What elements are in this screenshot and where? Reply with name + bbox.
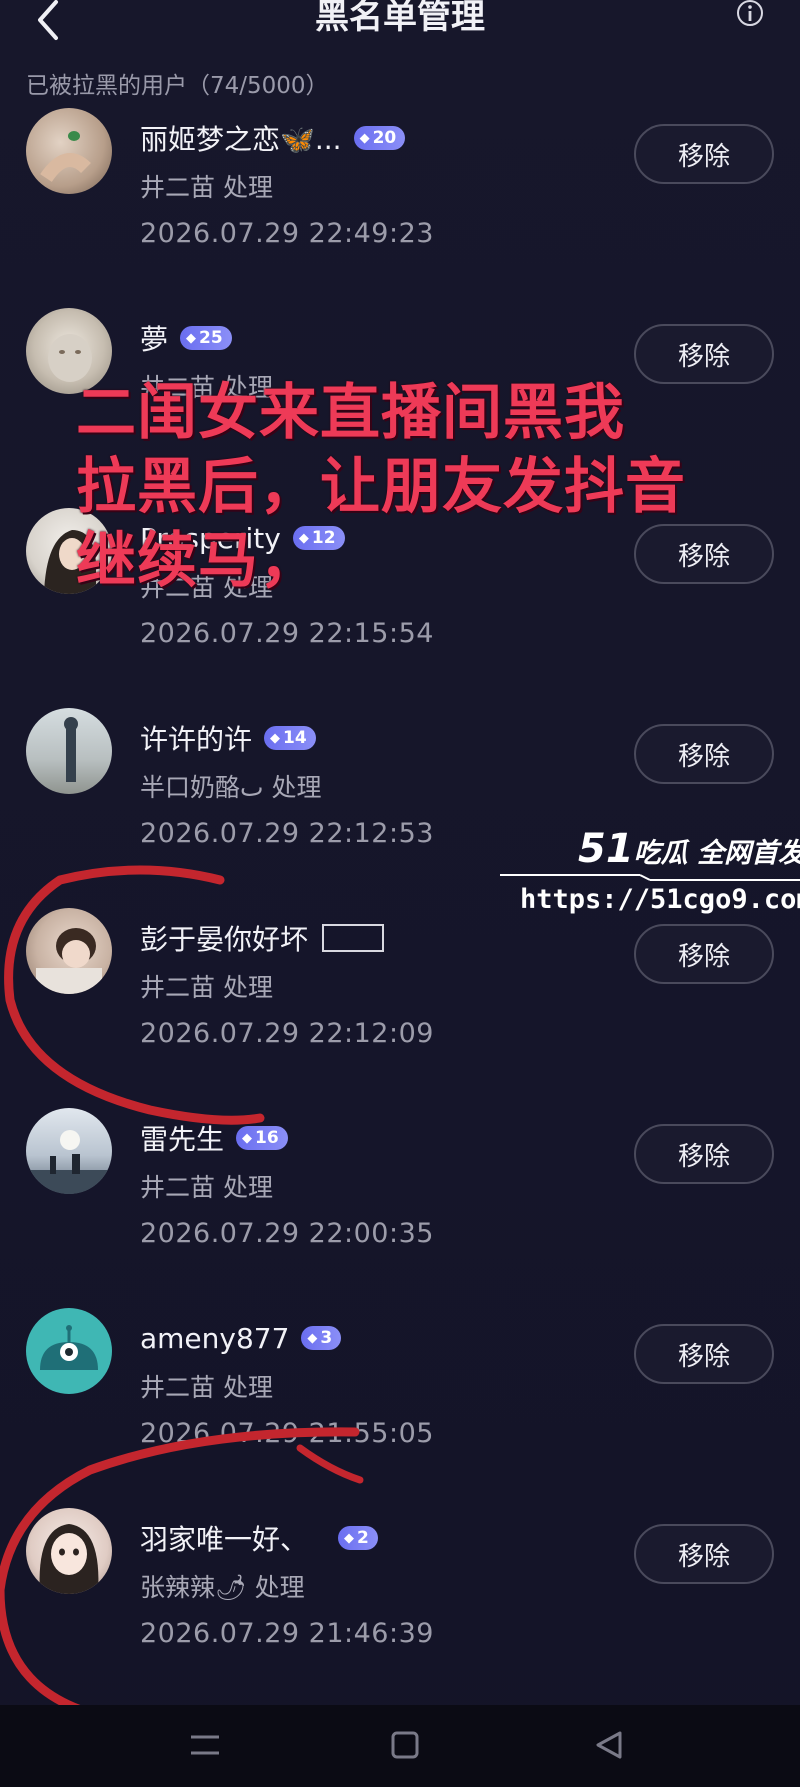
user-name: 彭于晏你好坏 [140,923,309,956]
blacklist-screen: 黑名单管理 已被拉黑的用户（74/5000） 丽姬梦之恋🦋... ◆ 20 井二苗… [0,0,800,1787]
name-line: 许许的许 ◆ 14 [140,718,316,758]
blocked-time: 2026.07.29 22:15:54 [140,618,434,649]
gem-icon: ◆ [242,1130,253,1146]
home-button[interactable] [385,1725,425,1765]
user-name: 夢 [140,323,169,356]
remove-button[interactable]: 移除 [634,1124,774,1184]
watermark-lines [500,874,800,881]
handler-text: 井二苗 处理 [140,1173,273,1202]
level-value: 20 [372,128,397,148]
watermark-brand-number: 51 [578,826,634,872]
level-value: 14 [283,728,307,748]
name-line: ameny877 ◆ 3 [140,1318,342,1358]
handler-text: 井二苗 处理 [140,1373,273,1402]
avatar-image [36,928,102,994]
gem-icon: ◆ [344,1530,355,1546]
avatar-image [39,1524,99,1594]
blocked-time: 2026.07.29 22:12:09 [140,1018,434,1049]
level-badge: ◆ 20 [353,126,406,150]
remove-button[interactable]: 移除 [634,324,774,384]
name-line: 彭于晏你好坏 [140,918,385,958]
caption-line-3: 继续马， [76,526,320,596]
watermark: 51吃瓜 全网首发 https://51cgo9.com [500,826,800,926]
remove-button[interactable]: 移除 [634,1324,774,1384]
user-name: 雷先生 [140,1123,225,1156]
system-nav-bar [0,1705,800,1787]
level-badge: ◆ 14 [264,726,316,750]
handler-text: 半口奶酪ٮ 处理 [140,773,322,802]
info-icon [737,0,763,26]
avatar-image [40,131,91,183]
remove-button[interactable]: 移除 [634,924,774,984]
info-button[interactable] [735,0,765,30]
level-badge: ◆ 2 [338,1526,378,1550]
remove-button[interactable]: 移除 [634,124,774,184]
gem-icon: ◆ [359,130,370,146]
avatar[interactable] [26,908,112,994]
list-item: ameny877 ◆ 3 井二苗 处理 2026.07.29 21:55:05 移… [0,1308,800,1508]
watermark-brand: 51吃瓜 全网首发 [578,826,800,872]
menu-icon [191,1735,219,1755]
user-name: 许许的许 [140,723,253,756]
name-line: 丽姬梦之恋🦋... ◆ 20 [140,118,406,158]
empty-tag-box [322,924,385,952]
level-value: 16 [255,1128,279,1148]
avatar-image [64,717,78,782]
blocked-time: 2026.07.29 21:46:39 [140,1618,434,1649]
user-name: ameny877 [140,1321,290,1355]
avatar[interactable] [26,1508,112,1594]
blocked-count-label: 已被拉黑的用户（74/5000） [26,73,329,99]
gem-icon: ◆ [270,730,281,746]
watermark-brand-text: 吃瓜 全网首发 [633,838,800,869]
name-line: 羽家唯一好、 ◆ 2 [140,1518,378,1558]
remove-button[interactable]: 移除 [634,724,774,784]
level-value: 25 [199,328,223,348]
blocked-time: 2026.07.29 21:55:05 [140,1418,434,1449]
avatar[interactable] [26,1308,112,1394]
handler-text: 井二苗 处理 [140,973,273,1002]
avatar[interactable] [26,708,112,794]
list-item: 彭于晏你好坏 井二苗 处理 2026.07.29 22:12:09 移除 [0,908,800,1108]
home-icon [391,1731,419,1759]
list-item: 雷先生 ◆ 16 井二苗 处理 2026.07.29 22:00:35 移除 [0,1108,800,1308]
header-bar: 黑名单管理 [0,0,800,60]
level-value: 3 [320,1328,333,1348]
handler-text: 张辣辣🌶 处理 [140,1573,305,1602]
overlay-caption: 二闺女来直播间黑我 拉黑后，让朋友发抖音 继续马， [76,376,796,598]
watermark-url: https://51cgo9.com [520,884,800,915]
blocked-time: 2026.07.29 22:12:53 [140,818,434,849]
level-badge: ◆ 16 [236,1126,288,1150]
gem-icon: ◆ [307,1330,318,1346]
avatar-image [26,1130,112,1194]
gem-icon: ◆ [186,330,197,346]
avatar[interactable] [26,108,112,194]
list-item: 羽家唯一好、 ◆ 2 张辣辣🌶 处理 2026.07.29 21:46:39 移除 [0,1508,800,1708]
remove-button[interactable]: 移除 [634,1524,774,1584]
page-title: 黑名单管理 [315,0,485,37]
user-name: 羽家唯一好、 [140,1523,309,1556]
blocked-time: 2026.07.29 22:49:23 [140,218,434,249]
back-triangle-icon [596,1731,622,1759]
avatar-image [40,1325,98,1370]
level-badge: ◆ 3 [301,1326,342,1350]
avatar[interactable] [26,1108,112,1194]
name-line: 夢 ◆ 25 [140,318,232,358]
level-value: 2 [357,1528,369,1548]
list-item: 丽姬梦之恋🦋... ◆ 20 井二苗 处理 2026.07.29 22:49:23… [0,108,800,308]
menu-button[interactable] [185,1725,225,1765]
caption-line-1: 二闺女来直播间黑我 [76,378,625,448]
level-badge: ◆ 25 [180,326,232,350]
caption-line-2: 拉黑后，让朋友发抖音 [76,452,686,522]
handler-text: 井二苗 处理 [140,173,273,202]
blocked-time: 2026.07.29 22:00:35 [140,1218,434,1249]
name-line: 雷先生 ◆ 16 [140,1118,288,1158]
back-triangle-button[interactable] [590,1725,630,1765]
user-name: 丽姬梦之恋🦋... [140,123,342,156]
